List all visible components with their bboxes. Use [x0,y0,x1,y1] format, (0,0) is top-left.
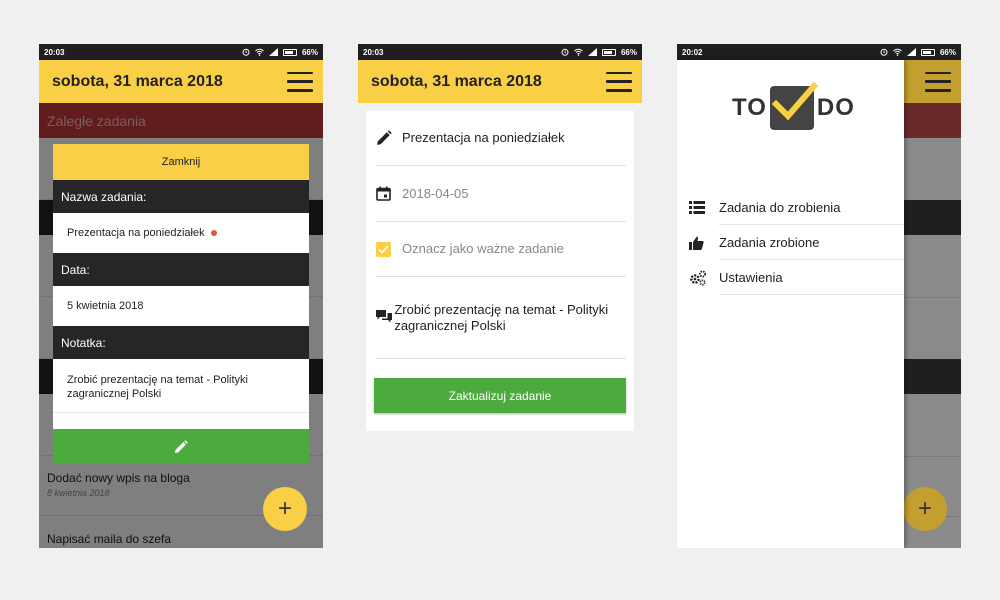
important-checkbox[interactable] [376,241,391,257]
task-name-value: Prezentacja na poniedziałek [53,213,309,253]
logo-check-icon [769,81,819,130]
task-name-label: Nazwa zadania: [53,180,309,213]
navigation-drawer: TO DO Zadania do zrobienia Zadania zrobi… [677,60,904,548]
wifi-icon [255,48,264,56]
signal-icon [268,48,278,56]
battery-icon [282,48,297,56]
important-field[interactable]: Oznacz jako ważne zadanie [376,222,626,277]
date-field[interactable]: 2018-04-05 [376,166,626,222]
important-label: Oznacz jako ważne zadanie [402,241,564,256]
note-input[interactable]: Zrobić prezentację na temat - Polityki z… [394,302,626,334]
alarm-icon [561,48,569,56]
pencil-icon [175,439,188,453]
add-task-button[interactable]: + [263,487,307,531]
gears-icon [690,270,706,286]
app-logo: TO DO [732,81,855,130]
task-name-text: Prezentacja na poniedziałek [67,227,205,239]
page-title: sobota, 31 marca 2018 [371,72,542,90]
status-bar: 20:03 66% [358,44,642,60]
close-button[interactable]: Zamknij [53,144,309,180]
chat-icon [376,310,392,323]
note-label: Notatka: [53,326,309,359]
wifi-icon [574,48,583,56]
note-value: Zrobić prezentację na temat - Polityki z… [53,359,309,413]
phone-screen-edit-task: 20:03 66% sobota, 31 marca 2018 Prezenta… [358,44,642,548]
app-bar: sobota, 31 marca 2018 [39,60,323,103]
pencil-icon [377,130,392,145]
thumbs-up-icon [689,236,704,250]
logo-text-left: TO [732,94,767,121]
task-name-input[interactable]: Prezentacja na poniedziałek [402,130,565,146]
signal-icon [587,48,597,56]
date-value: 5 kwietnia 2018 [53,286,309,326]
alarm-icon [880,48,888,56]
page-title: sobota, 31 marca 2018 [52,72,223,90]
battery-icon [920,48,935,56]
edit-button[interactable] [53,429,309,464]
signal-icon [906,48,916,56]
battery-percent: 66% [939,47,956,57]
phone-screen-task-details: 20:03 66% sobota, 31 marca 2018 Zaległe … [39,44,323,548]
menu-item-label: Zadania zrobione [719,235,820,250]
menu-item-label: Zadania do zrobienia [719,200,841,215]
logo-text-right: DO [816,94,855,121]
phone-screen-navigation-drawer: 20:02 66% + TO DO Zadania do zrobienia Z… [677,44,961,548]
date-label: Data: [53,253,309,286]
task-details-dialog: Zamknij Nazwa zadania: Prezentacja na po… [53,144,309,464]
note-field[interactable]: Zrobić prezentację na temat - Polityki z… [376,277,626,359]
battery-percent: 66% [301,47,318,57]
checkmark-icon [378,244,389,254]
calendar-icon [376,186,391,201]
battery-icon [601,48,616,56]
battery-percent: 66% [620,47,637,57]
status-bar: 20:03 66% [39,44,323,60]
date-input[interactable]: 2018-04-05 [402,186,469,202]
app-bar: sobota, 31 marca 2018 [358,60,642,103]
menu-icon[interactable] [606,71,632,92]
menu-icon[interactable] [287,71,313,92]
menu-icon[interactable] [925,71,951,92]
status-time: 20:02 [682,47,703,57]
menu-item-label: Ustawienia [719,270,783,285]
update-task-button[interactable]: Zaktualizuj zadanie [374,378,626,413]
list-icon [689,201,705,214]
wifi-icon [893,48,902,56]
important-dot-icon [210,230,217,236]
menu-item-done[interactable]: Zadania zrobione [689,225,904,260]
alarm-icon [242,48,250,56]
status-time: 20:03 [363,47,384,57]
menu-item-settings[interactable]: Ustawienia [689,260,904,295]
status-bar: 20:02 66% [677,44,961,60]
menu-item-todo[interactable]: Zadania do zrobienia [689,190,904,225]
add-task-button[interactable]: + [903,487,947,531]
edit-task-form: Prezentacja na poniedziałek 2018-04-05 O… [366,111,634,431]
task-name-field[interactable]: Prezentacja na poniedziałek [376,111,626,166]
status-time: 20:03 [44,47,65,57]
